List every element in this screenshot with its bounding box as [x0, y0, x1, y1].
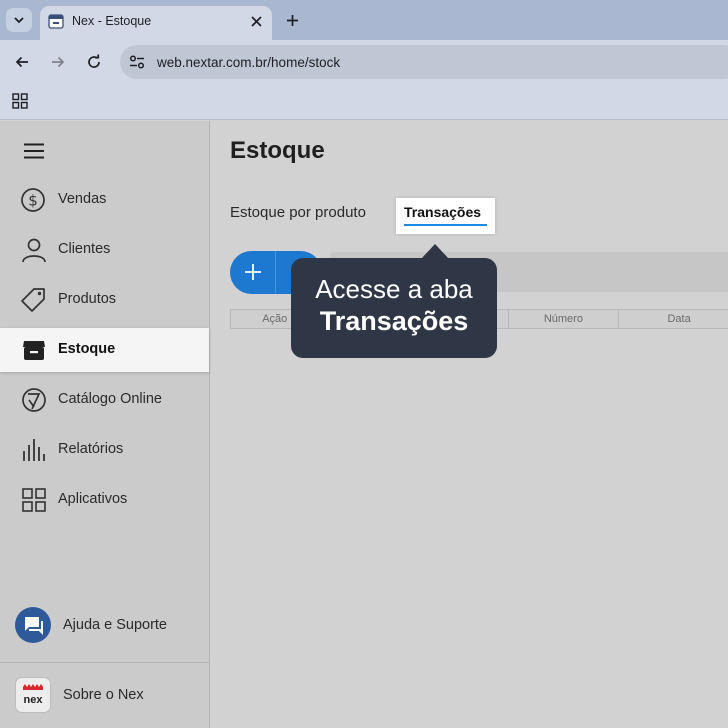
browser-tab[interactable]: Nex - Estoque	[40, 6, 272, 40]
sidebar-item-label: Clientes	[58, 241, 111, 257]
tooltip-text: Acesse a aba	[315, 274, 473, 304]
column-header-numero[interactable]: Número	[509, 310, 620, 328]
sidebar-item-label: Produtos	[58, 291, 117, 307]
plus-icon[interactable]	[242, 261, 264, 283]
sidebar-item-label: Vendas	[58, 191, 107, 207]
grid-icon	[22, 488, 46, 512]
main-content: Estoque Estoque por produto Transações A…	[210, 121, 728, 728]
back-button[interactable]	[11, 51, 33, 73]
browser-tab-strip: Nex - Estoque	[0, 0, 728, 40]
chat-icon	[25, 617, 43, 635]
url-text: web.nextar.com.br/home/stock	[157, 55, 341, 70]
tooltip-highlight: Transações	[319, 306, 469, 336]
tab-estoque-por-produto[interactable]: Estoque por produto	[230, 204, 366, 221]
page-title: Estoque	[230, 137, 325, 164]
bookmarks-bar	[0, 84, 728, 120]
tutorial-tooltip: Acesse a aba Transações	[291, 244, 497, 358]
tab-search-button[interactable]	[6, 8, 32, 32]
sidebar-item-aplicativos[interactable]: Aplicativos	[0, 478, 209, 522]
sidebar-item-estoque[interactable]: Estoque	[0, 328, 209, 372]
tab-transacoes-label: Transações	[404, 204, 482, 220]
about-link[interactable]: nex Sobre o Nex	[0, 671, 209, 721]
arrow-right-icon	[52, 56, 65, 68]
sidebar-item-clientes[interactable]: Clientes	[0, 228, 209, 272]
column-header-data[interactable]: Data	[619, 310, 728, 328]
reload-button[interactable]	[83, 51, 105, 73]
svg-text:$: $	[28, 192, 38, 210]
nex-logo-icon: nex	[23, 684, 44, 706]
arrow-left-icon	[15, 56, 28, 68]
forward-button[interactable]	[47, 51, 69, 73]
chevron-down-icon	[14, 17, 24, 24]
sidebar: $ Vendas Clientes Produtos Estoque Catál…	[0, 121, 210, 728]
nex-favicon-icon	[48, 14, 64, 29]
sidebar-item-relatorios[interactable]: Relatórios	[0, 428, 209, 472]
sidebar-divider	[0, 662, 209, 663]
person-icon	[22, 238, 46, 263]
tab-transacoes[interactable]: Transações	[396, 198, 495, 234]
apps-grid-icon[interactable]	[12, 93, 28, 109]
support-avatar	[15, 607, 51, 643]
box-icon	[23, 341, 45, 360]
sidebar-item-label: Aplicativos	[58, 491, 128, 507]
tooltip-arrow	[421, 244, 449, 259]
reload-icon	[88, 54, 100, 68]
tab-title: Nex - Estoque	[72, 14, 152, 28]
support-label: Ajuda e Suporte	[63, 617, 167, 633]
svg-text:nex: nex	[24, 694, 44, 706]
close-icon	[250, 15, 262, 27]
browser-toolbar: web.nextar.com.br/home/stock	[0, 40, 728, 84]
sidebar-item-catalogo[interactable]: Catálogo Online	[0, 378, 209, 422]
sidebar-item-label: Relatórios	[58, 441, 124, 457]
tab-close-button[interactable]	[246, 11, 266, 31]
sidebar-item-produtos[interactable]: Produtos	[0, 278, 209, 322]
site-settings-icon	[129, 55, 145, 69]
menu-icon[interactable]	[22, 141, 46, 161]
active-tab-indicator	[404, 224, 487, 226]
sidebar-item-vendas[interactable]: $ Vendas	[0, 178, 209, 222]
support-link[interactable]: Ajuda e Suporte	[0, 601, 209, 651]
address-bar[interactable]: web.nextar.com.br/home/stock	[120, 45, 728, 79]
nex-logo: nex	[15, 677, 51, 713]
sidebar-item-label: Catálogo Online	[58, 391, 162, 407]
sidebar-item-label: Estoque	[58, 341, 116, 357]
dollar-circle-icon: $	[21, 188, 45, 212]
new-tab-button[interactable]	[281, 9, 303, 31]
tag-icon	[21, 288, 45, 312]
catalog-icon	[22, 388, 46, 412]
about-label: Sobre o Nex	[63, 687, 144, 703]
bar-chart-icon	[23, 439, 45, 461]
button-divider	[275, 251, 276, 294]
plus-icon	[286, 14, 298, 26]
